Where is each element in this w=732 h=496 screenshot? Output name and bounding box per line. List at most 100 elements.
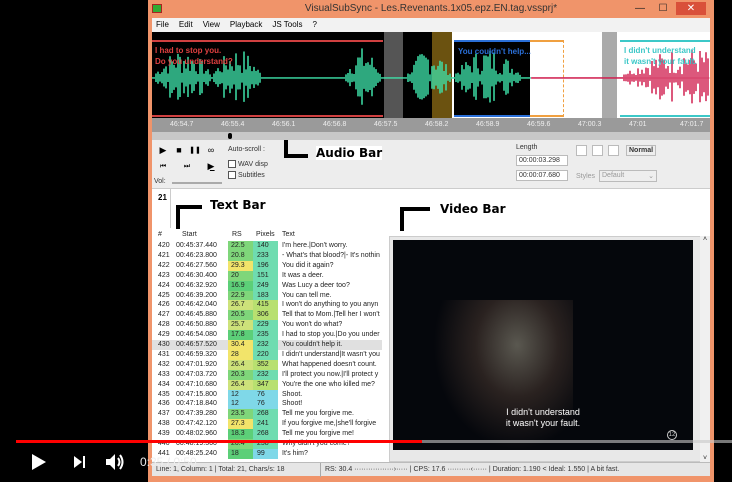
volume-slider[interactable] (172, 182, 222, 184)
play-selection-button[interactable]: ▶̲ (204, 160, 218, 173)
menu-playback[interactable]: Playback (230, 18, 262, 32)
row-pixels: 229 (253, 320, 278, 331)
maximize-button[interactable]: ☐ (653, 2, 673, 15)
video-bar: I didn't understand it wasn't your fault.… (389, 236, 701, 462)
autoscroll-label: Auto-scroll : (228, 146, 265, 153)
row-rs: 27.3 (228, 419, 253, 430)
row-start: 00:45:37.440 (176, 242, 217, 249)
row-rs: 23.5 (228, 409, 253, 420)
loop-button[interactable]: ∞ (204, 144, 218, 157)
player-time: 0:35 / 0:50 (140, 455, 197, 469)
row-rs: 22.5 (228, 241, 253, 251)
row-pixels: 232 (253, 369, 278, 380)
waveform-display[interactable]: I had to stop you. Do you understand? You… (152, 32, 710, 118)
menu-edit[interactable]: Edit (179, 18, 193, 32)
table-row[interactable]: 428 00:46:50.880 25.7 229 You won't do w… (152, 320, 382, 331)
row-number: 437 (158, 410, 170, 418)
row-start: 00:46:45.880 (176, 311, 217, 319)
row-pixels: 151 (253, 270, 278, 281)
row-text: Shoot. (282, 390, 303, 398)
play-button[interactable]: ▶ (156, 144, 170, 157)
table-row[interactable]: 438 00:47:42.120 27.3 241 If you forgive… (152, 419, 382, 430)
row-text: You won't do what? (282, 321, 343, 329)
row-pixels: 235 (253, 330, 278, 341)
video-player[interactable]: VisualSubSync - Les.Revenants.1x05.epz.E… (0, 0, 732, 482)
length-label: Length (516, 144, 538, 151)
rating-badge: 12 (667, 430, 677, 440)
row-number: 427 (158, 311, 170, 319)
page-number-icon[interactable] (608, 145, 619, 156)
col-rs[interactable]: RS (232, 230, 242, 240)
menu-help[interactable]: ? (312, 18, 316, 32)
check-icon[interactable] (576, 145, 587, 156)
styles-select[interactable]: Default ⌄ (599, 170, 657, 182)
table-row[interactable]: 427 00:46:45.880 20.5 306 Tell that to M… (152, 310, 382, 321)
table-row[interactable]: 431 00:46:59.320 28 220 I didn't underst… (152, 349, 382, 360)
row-number: 431 (158, 350, 170, 358)
normal-mode-button[interactable]: Normal (626, 145, 657, 156)
table-row[interactable]: 429 00:46:54.080 17.8 235 I had to stop … (152, 330, 382, 341)
play-icon[interactable] (32, 454, 46, 470)
table-row[interactable]: 420 00:45:37.440 22.5 140 I'm here.|Don'… (152, 241, 382, 251)
ruler-tick: 46:59.6 (527, 121, 551, 128)
scroll-down-icon: ˅ (702, 455, 708, 462)
col-number[interactable]: # (158, 230, 162, 240)
table-row[interactable]: 422 00:46:27.560 29.3 196 You did it aga… (152, 260, 382, 271)
row-number: 428 (158, 321, 170, 329)
row-start: 00:47:01.920 (176, 360, 217, 368)
volume-label: Vol: (154, 178, 166, 185)
row-text: You did it again? (282, 261, 334, 269)
pause-button[interactable]: ❚❚ (188, 144, 202, 157)
next-icon[interactable] (74, 456, 86, 468)
row-number: 439 (158, 430, 170, 438)
player-progress-fill (16, 440, 422, 443)
waveform-subtitle-3[interactable]: I didn't understand it wasn't your fault. (624, 45, 697, 67)
chevron-down-icon: ⌄ (648, 173, 654, 180)
time-ruler[interactable]: 46:54.7 46:55.4 46:56.1 46:56.8 46:57.5 46:58… (152, 118, 710, 132)
waveform-subtitle-1[interactable]: I had to stop you. Do you understand? (155, 45, 233, 67)
length-field-1[interactable]: 00:00:03.298 (516, 155, 568, 166)
close-button[interactable]: ✕ (676, 2, 706, 15)
volume-icon[interactable] (106, 453, 126, 471)
waveform-scrollbar[interactable] (152, 132, 710, 140)
ruler-tick: 46:56.1 (272, 121, 296, 128)
ruler-tick: 46:55.4 (221, 121, 245, 128)
row-rs: 20.3 (228, 369, 253, 380)
wav-display-checkbox[interactable]: WAV disp (228, 160, 268, 168)
player-progress-bar[interactable] (16, 440, 732, 443)
row-text: I had to stop you.|Do you under (282, 331, 380, 339)
minimize-button[interactable]: — (630, 2, 650, 15)
table-row[interactable]: 435 00:47:15.800 12 76 Shoot. (152, 389, 382, 400)
col-text[interactable]: Text (282, 230, 295, 240)
previous-button[interactable]: ⏮ (156, 160, 170, 173)
table-row[interactable]: 421 00:46:23.800 20.8 233 - What's that … (152, 250, 382, 261)
table-row[interactable]: 423 00:46:30.400 20 151 It was a deer. (152, 270, 382, 281)
waveform-subtitle-2[interactable]: You couldn't help... (458, 47, 531, 56)
table-row[interactable]: 433 00:47:03.720 20.3 232 I'll protect y… (152, 369, 382, 380)
next-button[interactable]: ⏭ (180, 160, 194, 173)
table-row[interactable]: 430 00:46:57.520 30.4 232 You couldn't h… (152, 340, 382, 350)
length-field-2[interactable]: 00:00:07.680 (516, 170, 568, 181)
table-row[interactable]: 436 00:47:18.840 12 76 Shoot! (152, 399, 382, 410)
subtitle-index: 21 (158, 193, 167, 202)
menu-js-tools[interactable]: JS Tools (272, 18, 302, 32)
stop-button[interactable]: ■ (172, 144, 186, 157)
row-start: 00:47:03.720 (176, 370, 217, 378)
subtitles-checkbox[interactable]: Subtitles (228, 171, 265, 179)
page-icon[interactable] (592, 145, 603, 156)
row-pixels: 241 (253, 419, 278, 430)
table-row[interactable]: 424 00:46:32.920 16.9 249 Was Lucy a dee… (152, 280, 382, 291)
grid-scrollbar[interactable]: ˄ ˅ (700, 236, 710, 462)
video-frame[interactable]: I didn't understand it wasn't your fault.… (393, 240, 693, 450)
col-start[interactable]: Start (182, 230, 197, 240)
menu-view[interactable]: View (203, 18, 220, 32)
table-row[interactable]: 434 00:47:10.680 26.4 347 You're the one… (152, 379, 382, 390)
table-row[interactable]: 439 00:48:02.960 18.3 268 Tell me you fo… (152, 429, 382, 440)
menu-file[interactable]: File (156, 18, 169, 32)
table-row[interactable]: 425 00:46:39.200 22.9 183 You can tell m… (152, 290, 382, 301)
table-row[interactable]: 426 00:46:42.040 26.7 415 I won't do any… (152, 300, 382, 311)
table-row[interactable]: 432 00:47:01.920 26.4 352 What happened … (152, 359, 382, 370)
col-pixels[interactable]: Pixels (256, 230, 275, 240)
window-title: VisualSubSync - Les.Revenants.1x05.epz.E… (304, 3, 558, 14)
table-row[interactable]: 437 00:47:39.280 23.5 268 Tell me you fo… (152, 409, 382, 420)
